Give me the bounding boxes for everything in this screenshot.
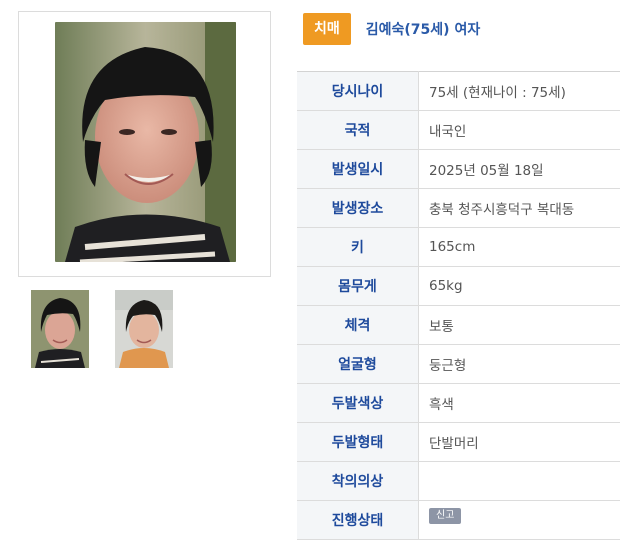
row-label-build: 체격 bbox=[297, 305, 419, 345]
row-value-hair-style: 단발머리 bbox=[418, 422, 620, 462]
row-value-face-shape: 둥근형 bbox=[418, 344, 620, 384]
row-label-clothing: 착의의상 bbox=[297, 461, 419, 501]
row-label-weight: 몸무게 bbox=[297, 266, 419, 306]
row-label-location: 발생장소 bbox=[297, 188, 419, 228]
row-value-height: 165cm bbox=[418, 227, 620, 267]
table-row: 착의의상 bbox=[297, 461, 620, 501]
table-row: 발생일시 2025년 05월 18일 bbox=[297, 149, 620, 189]
person-header: 치매 김예숙(75세) 여자 bbox=[303, 13, 480, 45]
table-row: 얼굴형 둥근형 bbox=[297, 344, 620, 384]
category-badge: 치매 bbox=[303, 13, 351, 45]
main-photo-frame bbox=[18, 11, 271, 277]
status-tag: 신고 bbox=[429, 508, 462, 524]
row-value-build: 보통 bbox=[418, 305, 620, 345]
table-row: 당시나이 75세 (현재나이 : 75세) bbox=[297, 71, 620, 111]
thumbnail-2[interactable] bbox=[115, 290, 173, 368]
row-value-status: 신고 bbox=[418, 500, 620, 540]
table-row: 몸무게 65kg bbox=[297, 266, 620, 306]
main-photo[interactable] bbox=[55, 22, 236, 262]
table-row: 체격 보통 bbox=[297, 305, 620, 345]
thumbnail-image-2 bbox=[115, 290, 173, 368]
row-label-status: 진행상태 bbox=[297, 500, 419, 540]
row-value-hair-color: 흑색 bbox=[418, 383, 620, 423]
row-label-date: 발생일시 bbox=[297, 149, 419, 189]
table-row: 국적 내국인 bbox=[297, 110, 620, 150]
row-label-hair-style: 두발형태 bbox=[297, 422, 419, 462]
table-row: 진행상태 신고 bbox=[297, 500, 620, 540]
row-value-date: 2025년 05월 18일 bbox=[418, 149, 620, 189]
row-label-nationality: 국적 bbox=[297, 110, 419, 150]
thumbnail-image-1 bbox=[31, 290, 89, 368]
info-table: 당시나이 75세 (현재나이 : 75세) 국적 내국인 발생일시 2025년 … bbox=[297, 71, 620, 540]
row-label-height: 키 bbox=[297, 227, 419, 267]
person-title: 김예숙(75세) 여자 bbox=[365, 22, 481, 38]
thumbnail-1[interactable] bbox=[31, 290, 89, 368]
row-value-location: 충북 청주시흥덕구 복대동 bbox=[418, 188, 620, 228]
table-row: 두발색상 흑색 bbox=[297, 383, 620, 423]
row-value-clothing bbox=[418, 461, 620, 501]
row-label-age: 당시나이 bbox=[297, 71, 419, 111]
table-row: 발생장소 충북 청주시흥덕구 복대동 bbox=[297, 188, 620, 228]
row-value-nationality: 내국인 bbox=[418, 110, 620, 150]
row-value-age: 75세 (현재나이 : 75세) bbox=[418, 71, 620, 111]
row-label-face-shape: 얼굴형 bbox=[297, 344, 419, 384]
portrait-image bbox=[55, 22, 236, 262]
table-row: 두발형태 단발머리 bbox=[297, 422, 620, 462]
row-value-weight: 65kg bbox=[418, 266, 620, 306]
table-row: 키 165cm bbox=[297, 227, 620, 267]
row-label-hair-color: 두발색상 bbox=[297, 383, 419, 423]
